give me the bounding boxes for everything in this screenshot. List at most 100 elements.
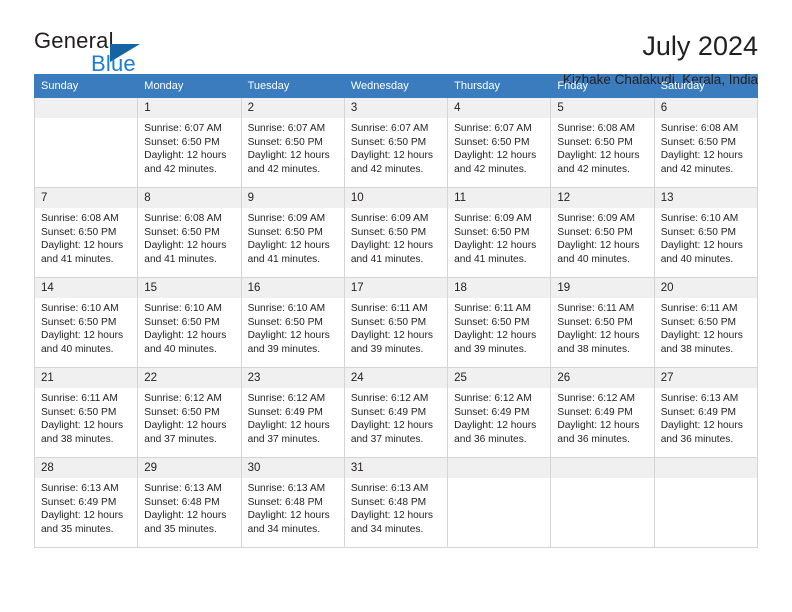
day-number: 20 [654,278,757,298]
day-details: Sunrise: 6:12 AM Sunset: 6:49 PM Daylight:… [551,388,653,446]
sunrise-text: Sunrise: 6:09 AM [557,213,635,224]
sunrise-text: Sunrise: 6:12 AM [454,393,532,404]
calendar-day-cell[interactable]: 9 Sunrise: 6:09 AM Sunset: 6:50 PM Daylight… [240,187,345,278]
day-details: Sunrise: 6:11 AM Sunset: 6:50 PM Daylight:… [448,298,550,356]
weekday-header-thursday: Thursday [447,74,552,98]
calendar-day-cell[interactable]: 20 Sunrise: 6:11 AM Sunset: 6:50 PM Dayligh… [653,277,759,368]
daylight-text-line2: and 40 minutes. [557,253,630,265]
calendar-day-cell[interactable]: 18 Sunrise: 6:11 AM Sunset: 6:50 PM Dayligh… [447,277,552,368]
calendar-day-cell[interactable]: 24 Sunrise: 6:12 AM Sunset: 6:49 PM Dayligh… [343,367,449,458]
calendar-day-cell[interactable]: 4 Sunrise: 6:07 AM Sunset: 6:50 PM Daylight… [447,97,552,188]
calendar-day-cell[interactable]: 31 Sunrise: 6:13 AM Sunset: 6:48 PM Dayligh… [343,457,449,548]
sunrise-text: Sunrise: 6:11 AM [454,303,531,314]
day-details: Sunrise: 6:13 AM Sunset: 6:49 PM Daylight:… [35,478,137,536]
calendar-day-cell[interactable]: 23 Sunrise: 6:12 AM Sunset: 6:49 PM Dayligh… [240,367,345,458]
day-number: 22 [138,368,241,388]
calendar-day-cell[interactable]: 29 Sunrise: 6:13 AM Sunset: 6:48 PM Dayligh… [137,457,242,548]
day-number [654,458,757,478]
sunrise-text: Sunrise: 6:12 AM [557,393,635,404]
sunrise-text: Sunrise: 6:13 AM [41,483,119,494]
day-number: 24 [344,368,448,388]
sunset-text: Sunset: 6:50 PM [247,226,323,238]
general-blue-logo[interactable]: General Blue [34,30,184,84]
daylight-text-line1: Daylight: 12 hours [247,330,330,342]
daylight-text-line1: Daylight: 12 hours [557,420,640,432]
sunrise-text: Sunrise: 6:08 AM [557,123,635,134]
sunrise-text: Sunrise: 6:12 AM [247,393,326,404]
calendar-cell-empty [447,457,552,548]
calendar-day-cell[interactable]: 26 Sunrise: 6:12 AM Sunset: 6:49 PM Dayligh… [550,367,655,458]
calendar-day-cell[interactable]: 17 Sunrise: 6:11 AM Sunset: 6:50 PM Dayligh… [343,277,449,368]
day-details: Sunrise: 6:09 AM Sunset: 6:50 PM Daylight:… [448,208,550,266]
calendar-day-cell[interactable]: 22 Sunrise: 6:12 AM Sunset: 6:50 PM Dayligh… [137,367,242,458]
daylight-text-line1: Daylight: 12 hours [350,330,433,342]
day-number [448,458,551,478]
sunrise-text: Sunrise: 6:10 AM [144,303,222,314]
daylight-text-line1: Daylight: 12 hours [557,240,640,252]
calendar-day-cell[interactable]: 1 Sunrise: 6:07 AM Sunset: 6:50 PM Daylight… [137,97,242,188]
sunrise-text: Sunrise: 6:07 AM [454,123,532,134]
day-details: Sunrise: 6:07 AM Sunset: 6:50 PM Daylight:… [448,118,550,176]
sunrise-text: Sunrise: 6:07 AM [350,123,429,134]
sunset-text: Sunset: 6:50 PM [41,316,117,328]
day-number: 25 [448,368,551,388]
daylight-text-line1: Daylight: 12 hours [660,420,743,432]
sunset-text: Sunset: 6:48 PM [247,496,323,508]
day-details: Sunrise: 6:08 AM Sunset: 6:50 PM Daylight:… [138,208,240,266]
daylight-text-line2: and 36 minutes. [454,433,527,445]
calendar-day-cell[interactable]: 10 Sunrise: 6:09 AM Sunset: 6:50 PM Dayligh… [343,187,449,278]
day-details: Sunrise: 6:11 AM Sunset: 6:50 PM Daylight:… [35,388,137,446]
day-details: Sunrise: 6:13 AM Sunset: 6:48 PM Daylight:… [242,478,344,536]
page-title: July 2024 [642,31,758,61]
daylight-text-line1: Daylight: 12 hours [144,420,227,432]
calendar-day-cell[interactable]: 30 Sunrise: 6:13 AM Sunset: 6:48 PM Dayligh… [240,457,345,548]
calendar-day-cell[interactable]: 7 Sunrise: 6:08 AM Sunset: 6:50 PM Daylight… [33,187,139,278]
calendar-day-cell[interactable]: 14 Sunrise: 6:10 AM Sunset: 6:50 PM Dayligh… [33,277,139,368]
day-details: Sunrise: 6:13 AM Sunset: 6:48 PM Daylight:… [138,478,240,536]
sunrise-text: Sunrise: 6:08 AM [660,123,739,134]
calendar-day-cell[interactable]: 15 Sunrise: 6:10 AM Sunset: 6:50 PM Dayligh… [137,277,242,368]
sunset-text: Sunset: 6:50 PM [660,316,737,328]
sunrise-text: Sunrise: 6:10 AM [41,303,119,314]
day-details: Sunrise: 6:08 AM Sunset: 6:50 PM Daylight:… [551,118,653,176]
day-details: Sunrise: 6:10 AM Sunset: 6:50 PM Daylight:… [655,208,757,266]
sunset-text: Sunset: 6:50 PM [557,136,633,148]
sunset-text: Sunset: 6:50 PM [144,406,220,418]
daylight-text-line1: Daylight: 12 hours [247,510,330,522]
day-details: Sunrise: 6:13 AM Sunset: 6:49 PM Daylight:… [655,388,757,446]
calendar-day-cell[interactable]: 12 Sunrise: 6:09 AM Sunset: 6:50 PM Dayligh… [550,187,655,278]
daylight-text-line2: and 35 minutes. [41,523,114,535]
calendar-day-cell[interactable]: 6 Sunrise: 6:08 AM Sunset: 6:50 PM Daylight… [653,97,759,188]
sunset-text: Sunset: 6:49 PM [247,406,323,418]
day-details: Sunrise: 6:11 AM Sunset: 6:50 PM Daylight:… [551,298,653,356]
calendar-day-cell[interactable]: 28 Sunrise: 6:13 AM Sunset: 6:49 PM Dayligh… [33,457,139,548]
daylight-text-line1: Daylight: 12 hours [454,240,537,252]
day-number: 30 [241,458,344,478]
calendar-day-cell[interactable]: 19 Sunrise: 6:11 AM Sunset: 6:50 PM Dayligh… [550,277,655,368]
daylight-text-line2: and 37 minutes. [144,433,217,445]
sunset-text: Sunset: 6:50 PM [454,316,530,328]
daylight-text-line1: Daylight: 12 hours [41,330,124,342]
sunrise-text: Sunrise: 6:13 AM [660,393,739,404]
day-details: Sunrise: 6:10 AM Sunset: 6:50 PM Daylight:… [242,298,344,356]
daylight-text-line1: Daylight: 12 hours [350,240,433,252]
day-number: 12 [551,188,654,208]
sunset-text: Sunset: 6:49 PM [454,406,530,418]
calendar-day-cell[interactable]: 25 Sunrise: 6:12 AM Sunset: 6:49 PM Dayligh… [447,367,552,458]
calendar-day-cell[interactable]: 8 Sunrise: 6:08 AM Sunset: 6:50 PM Daylight… [137,187,242,278]
calendar-day-cell[interactable]: 13 Sunrise: 6:10 AM Sunset: 6:50 PM Dayligh… [653,187,759,278]
sunset-text: Sunset: 6:49 PM [660,406,737,418]
sunset-text: Sunset: 6:50 PM [247,136,323,148]
day-number: 17 [344,278,448,298]
calendar-day-cell[interactable]: 2 Sunrise: 6:07 AM Sunset: 6:50 PM Daylight… [240,97,345,188]
calendar-day-cell[interactable]: 11 Sunrise: 6:09 AM Sunset: 6:50 PM Dayligh… [447,187,552,278]
daylight-text-line1: Daylight: 12 hours [41,510,124,522]
calendar-day-cell[interactable]: 3 Sunrise: 6:07 AM Sunset: 6:50 PM Daylight… [343,97,449,188]
calendar-day-cell[interactable]: 27 Sunrise: 6:13 AM Sunset: 6:49 PM Dayligh… [653,367,759,458]
calendar-day-cell[interactable]: 21 Sunrise: 6:11 AM Sunset: 6:50 PM Dayligh… [33,367,139,458]
daylight-text-line2: and 38 minutes. [557,343,630,355]
sunrise-text: Sunrise: 6:09 AM [454,213,532,224]
calendar-day-cell[interactable]: 16 Sunrise: 6:10 AM Sunset: 6:50 PM Dayligh… [240,277,345,368]
sunrise-text: Sunrise: 6:10 AM [660,213,739,224]
calendar-day-cell[interactable]: 5 Sunrise: 6:08 AM Sunset: 6:50 PM Daylight… [550,97,655,188]
